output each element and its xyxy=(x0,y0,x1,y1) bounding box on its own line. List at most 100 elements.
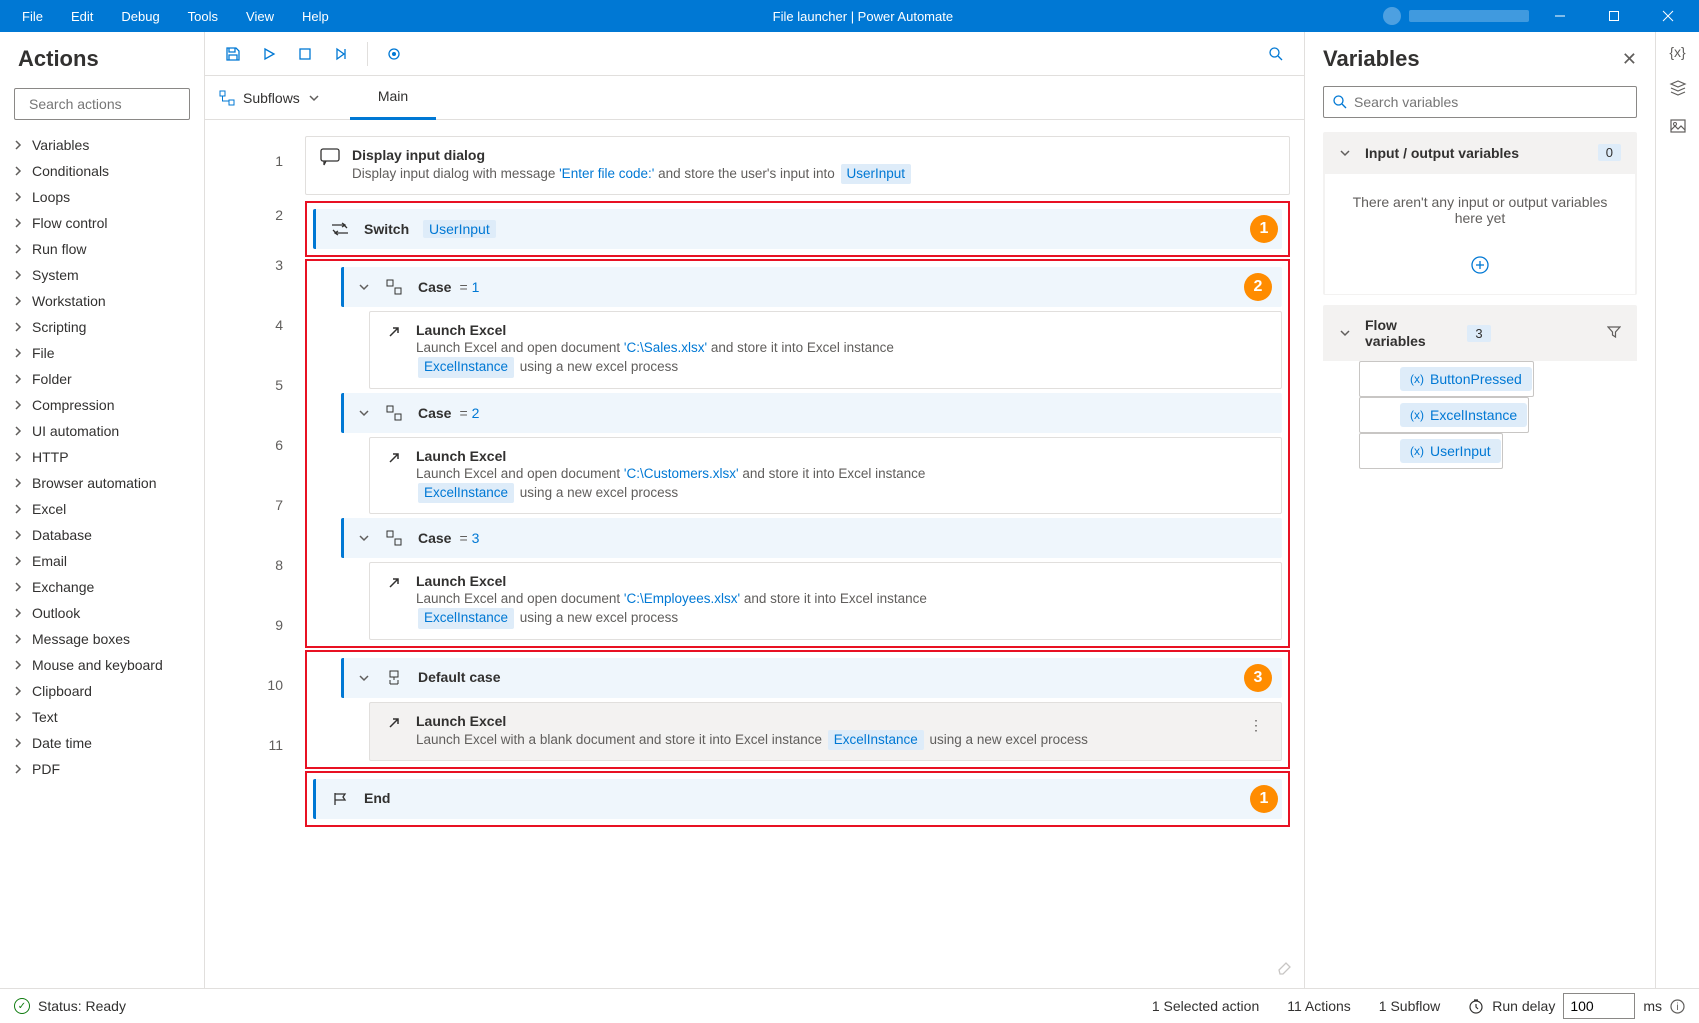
delay-label: Run delay xyxy=(1492,998,1555,1014)
action-category[interactable]: Date time xyxy=(0,730,204,756)
layers-rail-icon[interactable] xyxy=(1669,78,1687,99)
action-description: Display input dialog with message 'Enter… xyxy=(352,164,1275,184)
variables-rail-icon[interactable]: {x} xyxy=(1669,44,1685,60)
case-icon xyxy=(384,528,404,548)
menu-debug[interactable]: Debug xyxy=(107,3,173,30)
toolbar-search-button[interactable] xyxy=(1260,38,1292,70)
flow-canvas[interactable]: 1 2 3 4 5 6 7 8 9 10 11 Display input di… xyxy=(205,120,1304,988)
action-category[interactable]: Folder xyxy=(0,366,204,392)
flow-variables-header[interactable]: Flow variables 3 xyxy=(1323,305,1637,361)
variable-chip[interactable]: (x)UserInput xyxy=(1400,439,1501,463)
variables-search-input[interactable] xyxy=(1354,94,1628,110)
end-icon xyxy=(330,789,350,809)
annotation-group-3: Default case 3 Launch Excel Launch Excel… xyxy=(305,650,1290,769)
action-default-case[interactable]: Default case xyxy=(341,658,1282,698)
chevron-down-icon xyxy=(1339,327,1351,339)
action-category[interactable]: PDF xyxy=(0,756,204,782)
variable-chip[interactable]: (x)ButtonPressed xyxy=(1400,367,1532,391)
menu-tools[interactable]: Tools xyxy=(174,3,232,30)
action-category[interactable]: Exchange xyxy=(0,574,204,600)
more-actions-button[interactable]: ⋮ xyxy=(1245,713,1267,738)
minimize-button[interactable] xyxy=(1537,0,1583,32)
delay-unit: ms xyxy=(1643,998,1662,1014)
chevron-down-icon[interactable] xyxy=(358,407,370,419)
action-category[interactable]: Outlook xyxy=(0,600,204,626)
add-variable-button[interactable] xyxy=(1325,246,1635,294)
action-category[interactable]: Email xyxy=(0,548,204,574)
dialog-icon xyxy=(320,147,340,167)
action-category[interactable]: Browser automation xyxy=(0,470,204,496)
side-rail: {x} xyxy=(1655,32,1699,988)
record-button[interactable] xyxy=(378,38,410,70)
action-category[interactable]: Flow control xyxy=(0,210,204,236)
actions-search-input[interactable] xyxy=(29,96,210,112)
action-category[interactable]: Variables xyxy=(0,132,204,158)
action-category[interactable]: HTTP xyxy=(0,444,204,470)
tab-main[interactable]: Main xyxy=(350,76,436,120)
run-button[interactable] xyxy=(253,38,285,70)
actions-title: Actions xyxy=(0,32,204,82)
action-category[interactable]: Message boxes xyxy=(0,626,204,652)
action-category[interactable]: Loops xyxy=(0,184,204,210)
subflows-label: Subflows xyxy=(243,90,300,106)
menubar: File Edit Debug Tools View Help xyxy=(8,3,343,30)
action-category[interactable]: Run flow xyxy=(0,236,204,262)
action-category[interactable]: Conditionals xyxy=(0,158,204,184)
action-launch-excel-blank[interactable]: Launch Excel Launch Excel with a blank d… xyxy=(369,702,1282,761)
eraser-icon[interactable] xyxy=(1276,957,1294,978)
action-launch-excel-2[interactable]: Launch Excel Launch Excel and open docum… xyxy=(369,437,1282,514)
filter-icon[interactable] xyxy=(1607,325,1621,342)
menu-help[interactable]: Help xyxy=(288,3,343,30)
line-number: 11 xyxy=(205,720,305,770)
line-number: 8 xyxy=(205,530,305,600)
chevron-down-icon[interactable] xyxy=(358,672,370,684)
action-case-2[interactable]: Case=2 xyxy=(341,393,1282,433)
action-category[interactable]: Mouse and keyboard xyxy=(0,652,204,678)
stop-button[interactable] xyxy=(289,38,321,70)
action-category[interactable]: Workstation xyxy=(0,288,204,314)
action-title: Display input dialog xyxy=(352,147,1275,163)
line-number: 1 xyxy=(205,132,305,190)
menu-file[interactable]: File xyxy=(8,3,57,30)
subflows-dropdown[interactable]: Subflows xyxy=(219,90,320,106)
action-category[interactable]: System xyxy=(0,262,204,288)
variables-close-button[interactable]: ✕ xyxy=(1622,49,1637,70)
line-number: 3 xyxy=(205,240,305,290)
action-display-input-dialog[interactable]: Display input dialog Display input dialo… xyxy=(305,136,1290,195)
user-avatar-icon[interactable] xyxy=(1383,7,1401,25)
variables-search[interactable] xyxy=(1323,86,1637,118)
action-category[interactable]: UI automation xyxy=(0,418,204,444)
line-gutter: 1 2 3 4 5 6 7 8 9 10 11 xyxy=(205,120,305,988)
toolbar xyxy=(205,32,1304,76)
maximize-button[interactable] xyxy=(1591,0,1637,32)
action-case-1[interactable]: Case=1 xyxy=(341,267,1282,307)
action-launch-excel-1[interactable]: Launch Excel Launch Excel and open docum… xyxy=(369,311,1282,388)
action-switch[interactable]: Switch UserInput xyxy=(313,209,1282,249)
save-button[interactable] xyxy=(217,38,249,70)
actions-search[interactable] xyxy=(14,88,190,120)
action-category[interactable]: Text xyxy=(0,704,204,730)
chevron-down-icon[interactable] xyxy=(358,281,370,293)
annotation-group-4: End 1 xyxy=(305,771,1290,827)
action-category[interactable]: Clipboard xyxy=(0,678,204,704)
menu-view[interactable]: View xyxy=(232,3,288,30)
action-category[interactable]: Excel xyxy=(0,496,204,522)
variable-chip[interactable]: (x)ExcelInstance xyxy=(1400,403,1527,427)
action-category[interactable]: Database xyxy=(0,522,204,548)
actions-tree[interactable]: VariablesConditionalsLoopsFlow controlRu… xyxy=(0,126,204,988)
action-category[interactable]: Compression xyxy=(0,392,204,418)
action-launch-excel-3[interactable]: Launch Excel Launch Excel and open docum… xyxy=(369,562,1282,639)
next-button[interactable] xyxy=(325,38,357,70)
action-category[interactable]: Scripting xyxy=(0,314,204,340)
delay-input[interactable] xyxy=(1563,993,1635,1019)
menu-edit[interactable]: Edit xyxy=(57,3,107,30)
images-rail-icon[interactable] xyxy=(1669,117,1687,138)
action-end[interactable]: End xyxy=(313,779,1282,819)
chevron-down-icon[interactable] xyxy=(358,532,370,544)
info-icon[interactable]: i xyxy=(1670,999,1685,1014)
io-variables-section: Input / output variables 0 There aren't … xyxy=(1323,132,1637,295)
action-case-3[interactable]: Case=3 xyxy=(341,518,1282,558)
action-category[interactable]: File xyxy=(0,340,204,366)
io-variables-header[interactable]: Input / output variables 0 xyxy=(1323,132,1637,173)
close-button[interactable] xyxy=(1645,0,1691,32)
